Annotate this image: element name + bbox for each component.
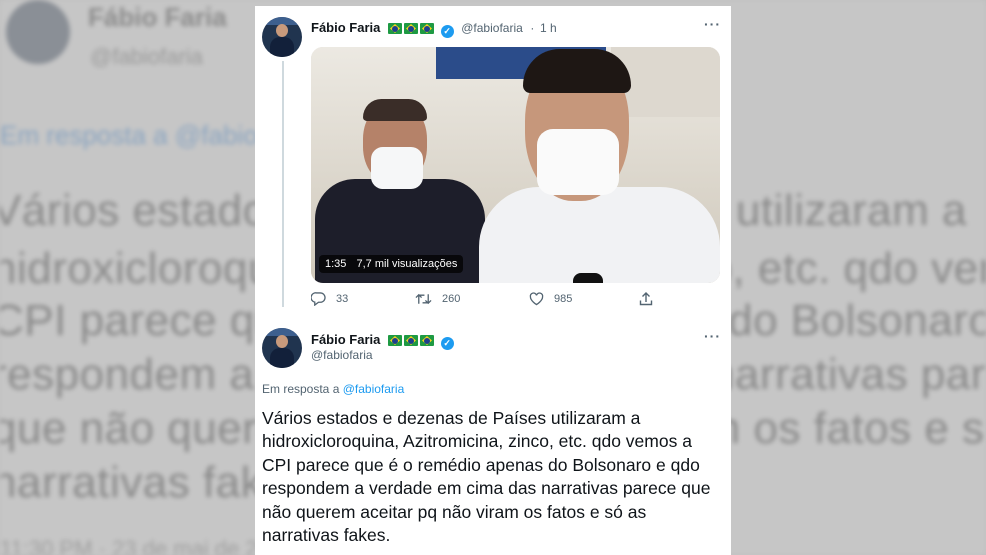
brazil-flag-icon: [403, 335, 418, 346]
tweet-thread-card: Fábio Faria ✓ @fabiofaria · 1 h ··· 1:35…: [255, 6, 731, 555]
video-duration: 1:35: [325, 258, 347, 270]
video-player[interactable]: 1:35 7,7 mil visualizações: [311, 47, 720, 283]
brazil-flag-icon: [387, 335, 402, 346]
video-info-badge: 1:35 7,7 mil visualizações: [319, 255, 464, 273]
background-reply-line: Em resposta a @fabio: [0, 120, 258, 151]
share-icon: [639, 292, 653, 306]
tweet-actions: 33 260 985: [311, 292, 691, 312]
verified-icon: ✓: [440, 25, 454, 38]
thread-connector-line: [282, 61, 284, 307]
brazil-flags: [387, 335, 434, 346]
tweet-header: Fábio Faria ✓ @fabiofaria · 1 h: [311, 20, 557, 38]
like-button[interactable]: 985: [529, 292, 572, 306]
reply-to-link[interactable]: @fabiofaria: [343, 382, 405, 396]
background-reply-prefix: Em resposta a: [0, 120, 168, 150]
background-footer: 11:30 PM · 23 de mai de 2021: [0, 536, 295, 555]
author-name[interactable]: Fábio Faria: [311, 332, 380, 347]
author-handle[interactable]: @fabiofaria: [461, 21, 523, 35]
tweet-text: Vários estados e dezenas de Países utili…: [262, 408, 711, 546]
reply-count: 33: [336, 293, 349, 305]
author-handle[interactable]: @fabiofaria: [311, 348, 373, 362]
more-icon[interactable]: ···: [704, 16, 721, 32]
reply-icon: [311, 292, 326, 306]
brazil-flag-icon: [403, 23, 418, 34]
avatar[interactable]: [262, 17, 302, 57]
reply-button[interactable]: 33: [311, 292, 348, 306]
more-icon[interactable]: ···: [704, 328, 721, 344]
brazil-flags: [387, 23, 434, 34]
background-avatar: [6, 0, 70, 64]
author-name[interactable]: Fábio Faria: [311, 20, 380, 35]
verified-icon: ✓: [440, 337, 454, 350]
background-reply-to: @fabio: [174, 120, 258, 150]
retweet-count: 260: [442, 293, 461, 305]
video-views: 7,7 mil visualizações: [356, 258, 458, 270]
reply-context: Em resposta a @fabiofaria: [262, 382, 404, 396]
share-button[interactable]: [639, 292, 653, 306]
brazil-flag-icon: [419, 23, 434, 34]
brazil-flag-icon: [419, 335, 434, 346]
avatar[interactable]: [262, 328, 302, 368]
retweet-button[interactable]: 260: [415, 292, 460, 306]
brazil-flag-icon: [387, 23, 402, 34]
background-author-handle: @fabiofaria: [90, 44, 203, 69]
like-icon: [529, 292, 544, 306]
tweet-time[interactable]: 1 h: [540, 21, 557, 35]
background-author-name: Fábio Faria: [88, 2, 227, 32]
separator: ·: [530, 21, 535, 35]
reply-prefix: Em resposta a: [262, 382, 340, 396]
retweet-icon: [415, 293, 432, 305]
like-count: 985: [554, 293, 573, 305]
